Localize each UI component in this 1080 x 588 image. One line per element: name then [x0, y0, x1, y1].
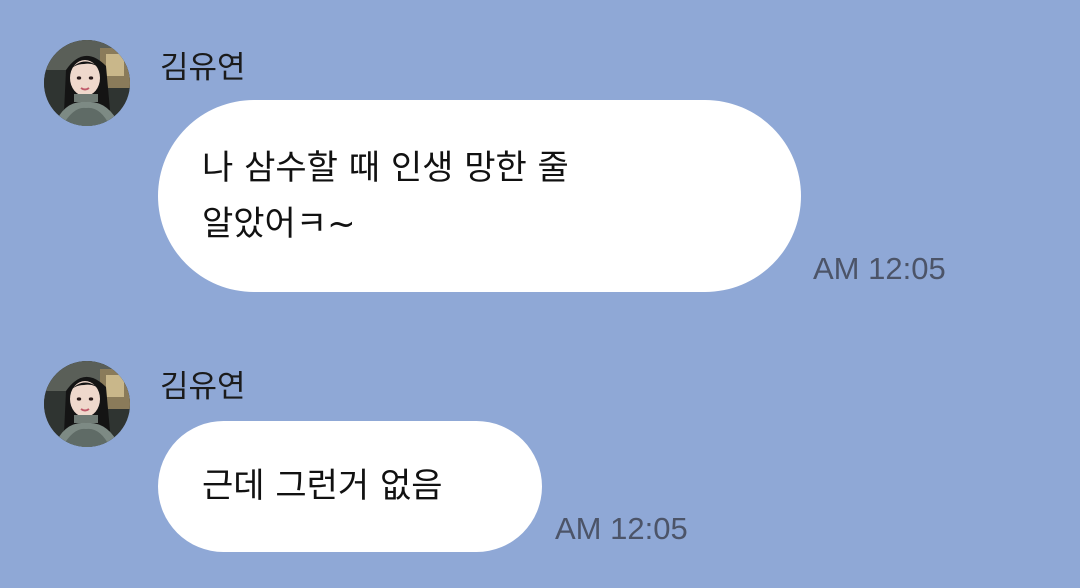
message-bubble[interactable]: 근데 그런거 없음	[158, 421, 542, 552]
message-line: 나 삼수할 때 인생 망한 줄	[202, 148, 569, 188]
message-line: 근데 그런거 없음	[202, 466, 443, 506]
sender-name: 김유연	[160, 50, 246, 86]
avatar-photo	[44, 40, 130, 126]
sender-avatar[interactable]	[44, 361, 130, 447]
sender-name: 김유연	[160, 369, 246, 405]
avatar-photo	[44, 361, 130, 447]
message-bubble[interactable]: 나 삼수할 때 인생 망한 줄 알았어ㅋ~	[158, 100, 801, 292]
message-timestamp: AM 12:05	[555, 511, 688, 546]
sender-avatar[interactable]	[44, 40, 130, 126]
chat-area: 김유연 나 삼수할 때 인생 망한 줄 알았어ㅋ~ AM 12:05 김유연 근…	[0, 0, 1080, 588]
message-timestamp: AM 12:05	[813, 251, 946, 286]
message-line: 알았어ㅋ~	[202, 204, 356, 244]
